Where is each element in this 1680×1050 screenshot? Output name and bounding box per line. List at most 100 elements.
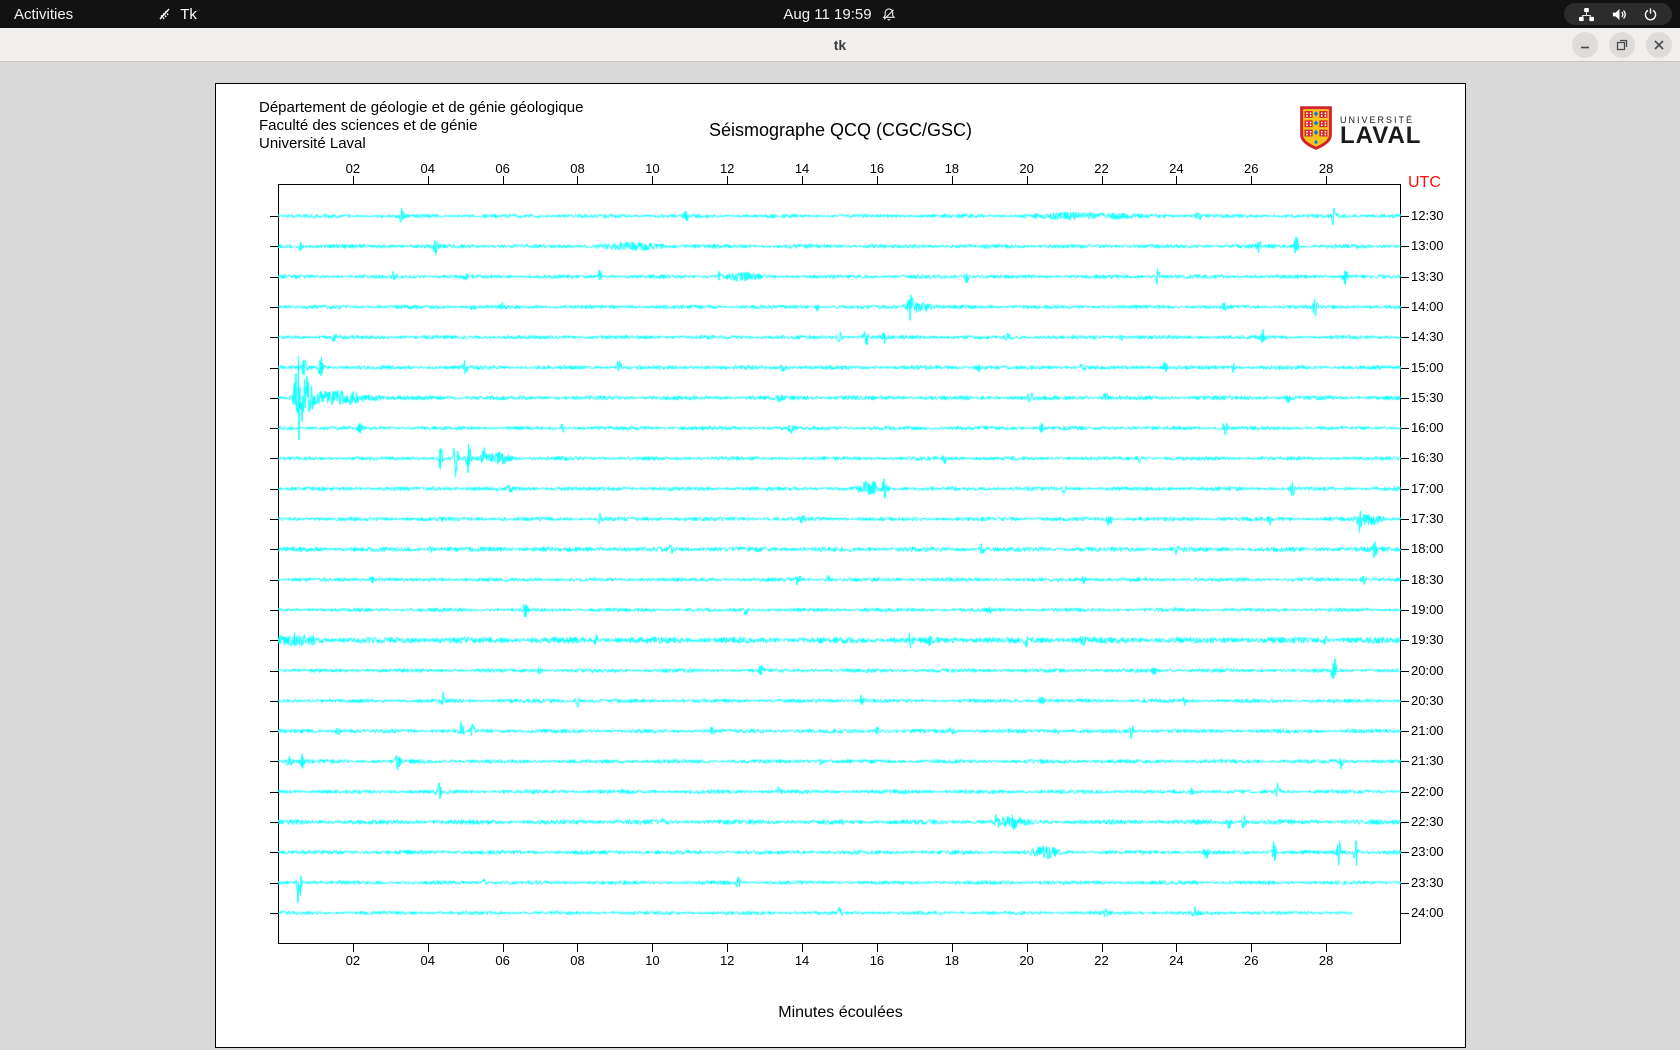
x-tick-label-bottom: 26: [1244, 953, 1259, 968]
row-tick-left: [270, 458, 278, 460]
network-wired-icon: [1578, 7, 1595, 22]
row-tick-right: [1401, 579, 1409, 581]
x-tick-bottom: [1026, 944, 1028, 952]
row-tick-right: [1401, 700, 1409, 702]
row-tick-right: [1401, 519, 1409, 520]
row-tick-left: [270, 549, 278, 551]
row-tick-right: [1401, 306, 1409, 308]
row-tick-left: [270, 337, 278, 339]
x-tick-label-top: 22: [1094, 161, 1109, 176]
x-tick-label-top: 06: [495, 161, 510, 176]
utc-time-label: 16:00: [1411, 420, 1444, 436]
x-tick-label-bottom: 22: [1094, 953, 1109, 968]
plot-title: Séismographe QCQ (CGC/GSC): [708, 120, 973, 140]
utc-time-label: 17:00: [1411, 480, 1444, 496]
universite-laval-logo: UNIVERSITÉ LAVAL: [1299, 106, 1421, 155]
row-tick-left: [270, 306, 278, 308]
x-tick-bottom: [1326, 944, 1328, 952]
x-tick-bottom: [1101, 944, 1103, 952]
utc-time-label: 18:00: [1411, 541, 1444, 557]
x-tick-bottom: [802, 944, 804, 952]
utc-axis-label: UTC: [1408, 174, 1441, 191]
x-tick-top: [1251, 176, 1253, 184]
x-tick-label-top: 16: [869, 161, 885, 176]
utc-time-label: 21:00: [1411, 723, 1444, 739]
row-tick-right: [1401, 761, 1409, 763]
utc-time-label: 15:00: [1411, 359, 1444, 375]
utc-time-label: 20:30: [1411, 692, 1444, 708]
x-tick-label-top: 20: [1019, 161, 1034, 176]
x-tick-top: [727, 176, 729, 184]
x-tick-label-bottom: 10: [645, 953, 660, 968]
row-tick-left: [270, 609, 278, 611]
utc-time-label: 17:30: [1411, 511, 1444, 526]
header-line-1: Département de géologie et de génie géol…: [259, 99, 584, 116]
volume-icon: [1611, 7, 1627, 22]
row-tick-right: [1401, 609, 1409, 611]
utc-time-label: 13:00: [1411, 238, 1444, 254]
row-tick-left: [270, 216, 278, 217]
row-tick-left: [270, 731, 278, 733]
x-tick-top: [1176, 176, 1178, 184]
close-button[interactable]: [1646, 32, 1672, 58]
seismograph-canvas: Département de géologie et de génie géol…: [215, 83, 1466, 1048]
x-tick-bottom: [352, 944, 354, 952]
utc-time-label: 22:30: [1411, 814, 1444, 829]
row-tick-left: [270, 670, 278, 672]
notifications-off-icon: [882, 7, 897, 22]
row-tick-right: [1401, 428, 1409, 430]
x-tick-top: [1026, 176, 1028, 184]
activities-button[interactable]: Activities: [0, 0, 87, 28]
row-tick-left: [270, 640, 278, 642]
x-tick-label-bottom: 02: [345, 953, 361, 968]
x-tick-bottom: [1176, 944, 1178, 952]
row-tick-left: [270, 367, 278, 369]
row-tick-left: [270, 882, 278, 884]
utc-time-label: 15:30: [1411, 389, 1444, 405]
x-tick-label-top: 10: [645, 161, 660, 176]
row-tick-left: [270, 852, 278, 854]
utc-time-label: 23:00: [1411, 844, 1444, 860]
row-tick-left: [270, 912, 278, 914]
clock-button[interactable]: Aug 11 19:59: [783, 0, 896, 28]
x-tick-label-top: 26: [1244, 161, 1259, 176]
x-tick-label-bottom: 18: [944, 953, 960, 968]
row-tick-right: [1401, 337, 1409, 339]
x-tick-top: [1326, 176, 1328, 184]
x-tick-label-bottom: 16: [869, 953, 885, 968]
logo-laval-text: LAVAL: [1340, 121, 1422, 149]
utc-time-label: 16:30: [1411, 450, 1444, 466]
row-tick-left: [270, 519, 278, 520]
row-tick-right: [1401, 852, 1409, 854]
row-tick-left: [270, 700, 278, 702]
row-tick-right: [1401, 397, 1409, 399]
row-tick-right: [1401, 246, 1409, 248]
row-tick-left: [270, 488, 278, 490]
x-tick-top: [352, 176, 354, 184]
tk-feather-icon: [157, 6, 173, 22]
x-tick-top: [1101, 176, 1103, 184]
x-axis-title: Minutes écoulées: [778, 1004, 903, 1021]
row-tick-right: [1401, 731, 1409, 733]
focused-app-label: Tk: [180, 5, 197, 23]
x-tick-bottom: [502, 944, 504, 952]
minimize-button[interactable]: [1572, 32, 1598, 58]
x-tick-bottom: [1251, 944, 1253, 952]
system-tray[interactable]: [1564, 3, 1672, 25]
x-tick-label-top: 24: [1169, 161, 1184, 176]
row-tick-right: [1401, 791, 1409, 793]
utc-time-label: 21:30: [1411, 753, 1444, 769]
power-icon: [1643, 7, 1658, 22]
row-tick-right: [1401, 458, 1409, 460]
row-tick-left: [270, 761, 278, 763]
row-tick-left: [270, 276, 278, 278]
x-tick-top: [876, 176, 878, 184]
x-tick-label-top: 12: [719, 161, 735, 176]
x-tick-label-top: 14: [794, 161, 810, 176]
focused-app-menu[interactable]: Tk: [157, 6, 197, 23]
x-tick-label-bottom: 06: [495, 953, 510, 968]
restore-button[interactable]: [1609, 32, 1635, 58]
x-tick-label-bottom: 08: [570, 953, 585, 968]
window-titlebar[interactable]: tk: [0, 28, 1680, 62]
utc-time-label: 22:00: [1411, 783, 1444, 799]
